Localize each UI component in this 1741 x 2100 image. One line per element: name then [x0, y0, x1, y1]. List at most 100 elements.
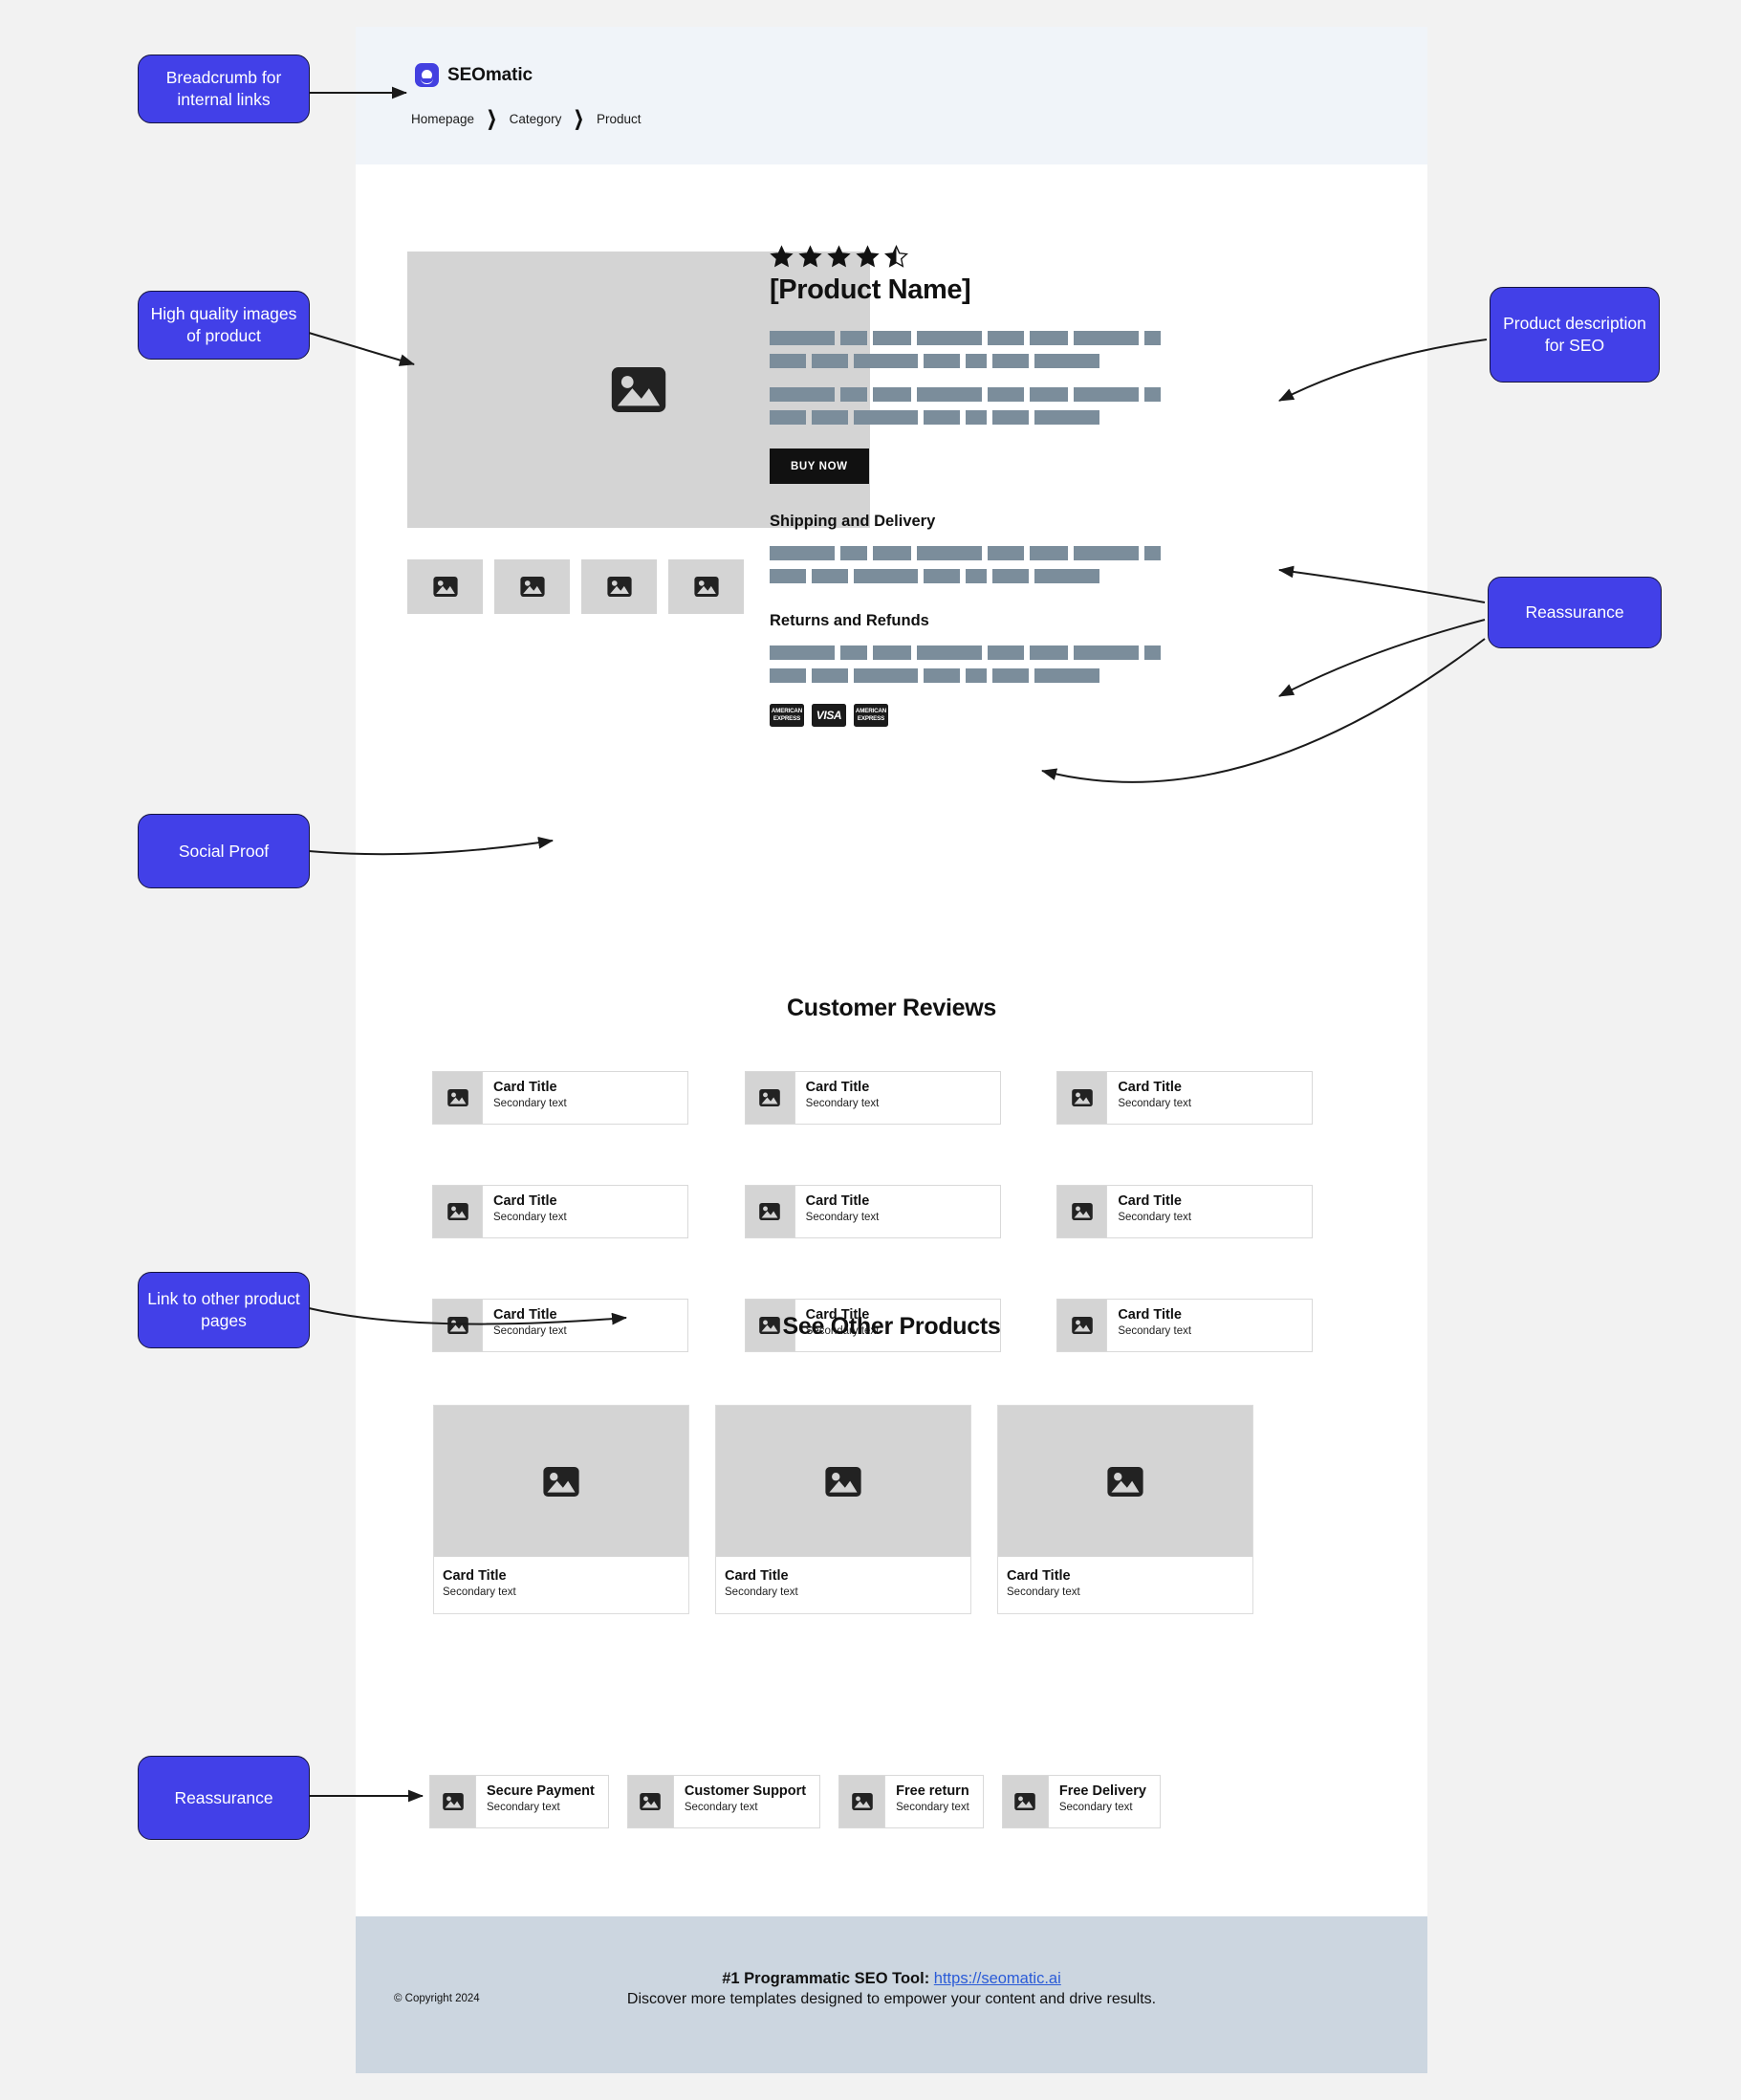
- reassurance-card-title: Free Delivery: [1058, 1783, 1146, 1799]
- product-card-image: [434, 1406, 688, 1557]
- product-card[interactable]: Card Title Secondary text: [433, 1405, 689, 1614]
- customer-reviews-heading: Customer Reviews: [787, 995, 996, 1021]
- reassurance-card-subtitle: Secondary text: [684, 1801, 758, 1813]
- breadcrumb-item-homepage[interactable]: Homepage: [411, 112, 474, 126]
- reassurance-card-free-return[interactable]: Free return Secondary text: [838, 1775, 984, 1828]
- site-logo[interactable]: SEOmatic: [415, 63, 533, 87]
- review-card[interactable]: Card Title Secondary text: [744, 1071, 1001, 1125]
- reassurance-card-image: [1002, 1776, 1049, 1827]
- reassurance-strip: Secure Payment Secondary text Customer Su…: [429, 1775, 1161, 1828]
- seomatic-link[interactable]: https://seomatic.ai: [934, 1970, 1061, 1987]
- review-card-title: Card Title: [493, 1080, 557, 1095]
- visa-badge-icon: VISA: [812, 704, 846, 727]
- text-placeholder-row: [770, 331, 1305, 345]
- review-card-image: [745, 1072, 795, 1124]
- payment-methods: AMERICAN EXPRESS VISA AMERICAN EXPRESS: [770, 704, 1305, 727]
- image-icon: [1072, 1203, 1093, 1220]
- image-icon: [825, 1466, 861, 1497]
- reassurance-card-subtitle: Secondary text: [896, 1801, 969, 1813]
- review-card-image: [1057, 1072, 1108, 1124]
- text-placeholder-row: [770, 546, 1305, 560]
- product-title: [Product Name]: [770, 274, 971, 305]
- callout-link-other: Link to other product pages: [138, 1272, 310, 1348]
- text-placeholder-row: [770, 387, 1305, 402]
- product-thumbnail[interactable]: [407, 559, 483, 614]
- product-card[interactable]: Card Title Secondary text: [997, 1405, 1253, 1614]
- image-icon: [1014, 1793, 1036, 1810]
- product-card-subtitle: Secondary text: [443, 1586, 516, 1598]
- reassurance-card-free-delivery[interactable]: Free Delivery Secondary text: [1001, 1775, 1161, 1828]
- image-icon: [543, 1466, 579, 1497]
- amex-badge-icon: AMERICAN EXPRESS: [770, 704, 804, 727]
- review-card-title: Card Title: [1118, 1193, 1182, 1209]
- other-products-section: See Other Products Card Title Secondary t…: [356, 1313, 1427, 1614]
- shipping-description: [770, 546, 1305, 583]
- callout-breadcrumb: Breadcrumb for internal links: [138, 55, 310, 123]
- product-card-title: Card Title: [725, 1568, 789, 1584]
- returns-heading: Returns and Refunds: [770, 612, 929, 629]
- seomatic-logo-icon: [415, 63, 439, 87]
- star-filled-icon: [798, 245, 822, 268]
- returns-description: [770, 645, 1305, 683]
- buy-now-button[interactable]: BUY NOW: [770, 448, 869, 484]
- product-thumbnail[interactable]: [581, 559, 657, 614]
- product-card-image: [716, 1406, 970, 1557]
- review-card-image: [1057, 1186, 1108, 1237]
- review-card-subtitle: Secondary text: [805, 1211, 880, 1223]
- review-card-image: [433, 1072, 483, 1124]
- breadcrumb-item-category[interactable]: Category: [510, 112, 562, 126]
- review-card-subtitle: Secondary text: [1118, 1097, 1192, 1109]
- customer-reviews-section: Customer Reviews Card Title Secondary tex…: [356, 995, 1427, 1352]
- reassurance-card-image: [627, 1776, 674, 1827]
- callout-images: High quality images of product: [138, 291, 310, 360]
- image-icon: [432, 577, 458, 597]
- review-card[interactable]: Card Title Secondary text: [1056, 1185, 1314, 1238]
- product-description-paragraph: [770, 387, 1305, 425]
- image-icon: [446, 1089, 468, 1106]
- footer-tagline: #1 Programmatic SEO Tool:: [722, 1970, 930, 1987]
- callout-social-proof: Social Proof: [138, 814, 310, 888]
- review-card[interactable]: Card Title Secondary text: [432, 1071, 688, 1125]
- image-icon: [1072, 1089, 1093, 1106]
- product-thumbnail[interactable]: [494, 559, 570, 614]
- callout-reassurance-right: Reassurance: [1488, 577, 1662, 648]
- image-icon: [759, 1089, 780, 1106]
- product-card[interactable]: Card Title Secondary text: [715, 1405, 971, 1614]
- product-card-image: [998, 1406, 1252, 1557]
- amex-line-1: AMERICAN: [855, 708, 887, 714]
- breadcrumb: Homepage ❯ Category ❯ Product: [411, 108, 642, 131]
- image-icon: [606, 577, 632, 597]
- review-card[interactable]: Card Title Secondary text: [432, 1185, 688, 1238]
- image-icon: [851, 1793, 873, 1810]
- callout-reassurance-bottom: Reassurance: [138, 1756, 310, 1840]
- chevron-right-icon: ❯: [574, 108, 584, 131]
- star-filled-icon: [770, 245, 794, 268]
- image-icon: [640, 1793, 662, 1810]
- text-placeholder-row: [770, 668, 1305, 683]
- star-half-icon: [884, 245, 908, 268]
- amex-line-2: EXPRESS: [857, 715, 885, 722]
- other-products-heading: See Other Products: [782, 1313, 1001, 1340]
- review-card-title: Card Title: [1118, 1080, 1182, 1095]
- image-icon: [519, 577, 545, 597]
- review-card[interactable]: Card Title Secondary text: [1056, 1071, 1314, 1125]
- breadcrumb-item-product[interactable]: Product: [597, 112, 642, 126]
- callout-description: Product description for SEO: [1490, 287, 1660, 383]
- image-icon: [446, 1203, 468, 1220]
- reassurance-card-image: [430, 1776, 476, 1827]
- review-card[interactable]: Card Title Secondary text: [744, 1185, 1001, 1238]
- logo-text: SEOmatic: [447, 64, 533, 85]
- footer-promo: #1 Programmatic SEO Tool: https://seomat…: [356, 1968, 1427, 2010]
- chevron-right-icon: ❯: [487, 108, 497, 131]
- review-card-subtitle: Secondary text: [493, 1211, 567, 1223]
- rating-stars: [770, 245, 1305, 269]
- reassurance-card-secure-payment[interactable]: Secure Payment Secondary text: [429, 1775, 609, 1828]
- product-thumbnail[interactable]: [668, 559, 744, 614]
- review-card-image: [745, 1186, 795, 1237]
- image-icon: [693, 577, 719, 597]
- reassurance-card-customer-support[interactable]: Customer Support Secondary text: [626, 1775, 821, 1828]
- text-placeholder-row: [770, 410, 1305, 425]
- product-card-subtitle: Secondary text: [1007, 1586, 1080, 1598]
- star-filled-icon: [856, 245, 880, 268]
- review-card-image: [433, 1186, 483, 1237]
